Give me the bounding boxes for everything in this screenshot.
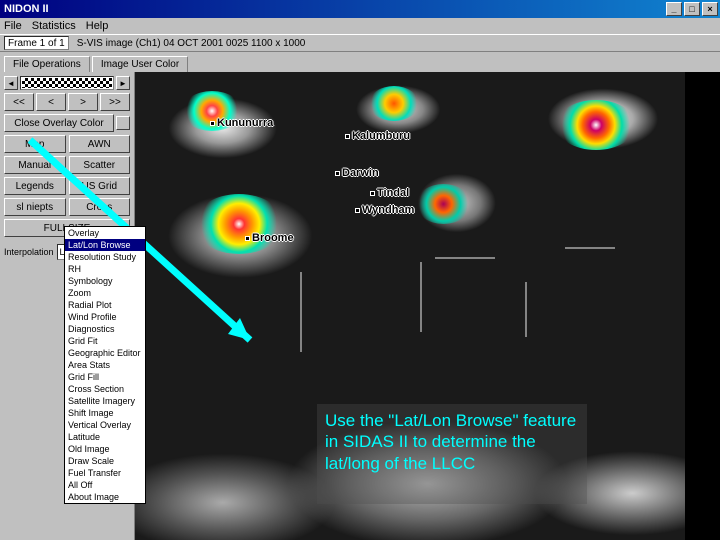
city-label-tindal: Tindal (370, 187, 409, 199)
close-overlay-button[interactable]: Close Overlay Color (4, 114, 114, 132)
city-dot-icon (210, 121, 215, 126)
satellite-image-area[interactable]: Kununurra Kalumburu Darwin Tindal Wyndha… (135, 72, 720, 540)
dropdown-item[interactable]: Symbology (65, 275, 145, 287)
coastline (565, 247, 615, 249)
coastline (420, 262, 422, 332)
dropdown-item[interactable]: Draw Scale (65, 455, 145, 467)
convection-cell (556, 100, 636, 150)
tab-row: File Operations Image User Color (0, 52, 720, 72)
scatter-button[interactable]: Scatter (69, 156, 131, 174)
coastline (300, 272, 302, 352)
dropdown-item[interactable]: Satellite Imagery (65, 395, 145, 407)
slider-track[interactable] (20, 76, 114, 90)
dropdown-item[interactable]: Overlay (65, 227, 145, 239)
menu-bar: File Statistics Help (0, 18, 720, 34)
city-dot-icon (335, 171, 340, 176)
nav-next-button[interactable]: > (68, 93, 98, 111)
city-dot-icon (345, 134, 350, 139)
map-button[interactable]: Map (4, 135, 66, 153)
overlay-color-swatch[interactable] (116, 116, 130, 130)
city-label-wyndham: Wyndham (355, 204, 414, 216)
dropdown-item[interactable]: Shift Image (65, 407, 145, 419)
minimize-button[interactable]: _ (666, 2, 682, 16)
nav-first-button[interactable]: << (4, 93, 34, 111)
dropdown-item[interactable]: Geographic Editor (65, 347, 145, 359)
dropdown-item[interactable]: Grid Fit (65, 335, 145, 347)
menu-help[interactable]: Help (86, 20, 109, 32)
dropdown-item[interactable]: About Image (65, 491, 145, 503)
dropdown-item[interactable]: Old Image (65, 443, 145, 455)
info-toolbar: Frame 1 of 1 S-VIS image (Ch1) 04 OCT 20… (0, 34, 720, 52)
annotation-text: Use the "Lat/Lon Browse" feature in SIDA… (325, 410, 580, 474)
dropdown-item[interactable]: Zoom (65, 287, 145, 299)
dropdown-item[interactable]: Cross Section (65, 383, 145, 395)
awn-button[interactable]: AWN (69, 135, 131, 153)
window-title: NIDON II (2, 3, 664, 15)
interpolation-label: Interpolation (4, 247, 54, 257)
dropdown-item[interactable]: Grid Fill (65, 371, 145, 383)
dropdown-item[interactable]: Wind Profile (65, 311, 145, 323)
usgrid-button[interactable]: US Grid (69, 177, 131, 195)
nav-buttons: << < > >> (4, 93, 130, 111)
city-dot-icon (355, 208, 360, 213)
nav-last-button[interactable]: >> (100, 93, 130, 111)
dropdown-item[interactable]: Resolution Study (65, 251, 145, 263)
cross-button[interactable]: Cross (69, 198, 131, 216)
dropdown-item[interactable]: Diagnostics (65, 323, 145, 335)
city-label-darwin: Darwin (335, 167, 379, 179)
convection-cell (416, 184, 471, 224)
dropdown-item[interactable]: RH (65, 263, 145, 275)
close-button[interactable]: × (702, 2, 718, 16)
city-dot-icon (370, 191, 375, 196)
dropdown-item[interactable]: Area Stats (65, 359, 145, 371)
tab-image-user-color[interactable]: Image User Color (92, 56, 188, 73)
close-overlay-row: Close Overlay Color (4, 114, 130, 132)
nav-prev-button[interactable]: < (36, 93, 66, 111)
dropdown-item[interactable]: Radial Plot (65, 299, 145, 311)
frame-indicator: Frame 1 of 1 (4, 36, 69, 50)
legends-button[interactable]: Legends (4, 177, 66, 195)
city-label-kalumburu: Kalumburu (345, 130, 410, 142)
city-label-kununurra: Kununurra (210, 117, 273, 129)
frame-slider: ◄ ► (4, 76, 130, 90)
sniepts-button[interactable]: sl niepts (4, 198, 66, 216)
dropdown-item[interactable]: Fuel Transfer (65, 467, 145, 479)
image-edge (685, 72, 720, 540)
maximize-button[interactable]: □ (684, 2, 700, 16)
dropdown-item[interactable]: Lat/Lon Browse (65, 239, 145, 251)
title-bar: NIDON II _ □ × (0, 0, 720, 18)
manual-button[interactable]: Manual (4, 156, 66, 174)
city-dot-icon (245, 236, 250, 241)
convection-cell (194, 194, 284, 254)
slider-right-button[interactable]: ► (116, 76, 130, 90)
menu-statistics[interactable]: Statistics (32, 20, 76, 32)
image-info: S-VIS image (Ch1) 04 OCT 2001 0025 1100 … (77, 38, 306, 49)
tab-file-operations[interactable]: File Operations (4, 56, 90, 73)
dropdown-item[interactable]: Latitude (65, 431, 145, 443)
slider-left-button[interactable]: ◄ (4, 76, 18, 90)
coastline (435, 257, 495, 259)
dropdown-item[interactable]: Vertical Overlay (65, 419, 145, 431)
coastline (525, 282, 527, 337)
city-label-broome: Broome (245, 232, 294, 244)
menu-file[interactable]: File (4, 20, 22, 32)
dropdown-item[interactable]: All Off (65, 479, 145, 491)
convection-cell (369, 86, 419, 121)
interpolation-dropdown[interactable]: OverlayLat/Lon BrowseResolution StudyRHS… (64, 226, 146, 504)
